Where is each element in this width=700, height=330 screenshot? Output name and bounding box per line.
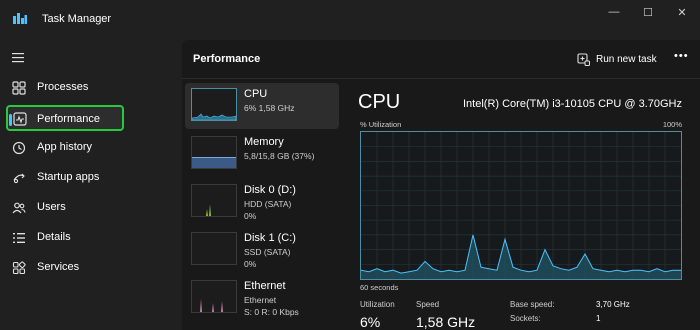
page-title: Performance: [193, 53, 261, 65]
device-list: CPU 6% 1,58 GHz Memory 5,8/15,8 GB (37%)…: [182, 79, 342, 330]
run-new-task-label: Run new task: [596, 53, 657, 65]
sockets-label: Sockets:: [510, 314, 541, 323]
performance-icon: [13, 112, 27, 126]
sidebar-item-label: Performance: [37, 113, 100, 125]
sidebar-item-services[interactable]: Services: [5, 254, 177, 282]
sidebar-item-label: Details: [37, 231, 71, 243]
sidebar-item-users[interactable]: Users: [5, 194, 177, 222]
processes-icon: [12, 81, 26, 95]
base-speed-label: Base speed:: [510, 300, 555, 309]
device-usage: 0%: [244, 259, 257, 269]
device-usage: 0%: [244, 211, 257, 221]
startup-icon: [13, 173, 25, 184]
more-options-button[interactable]: •••: [674, 50, 689, 62]
maximize-button[interactable]: ☐: [634, 4, 662, 20]
device-name: Ethernet: [244, 280, 286, 292]
title-bar: Task Manager — ☐ ✕: [0, 0, 700, 40]
device-throughput: S: 0 R: 0 Kbps: [244, 307, 299, 317]
details-icon: [13, 233, 25, 243]
active-indicator: [9, 114, 12, 126]
cpu-model-name: Intel(R) Core(TM) i3-10105 CPU @ 3.70GHz: [462, 98, 682, 110]
main-panel: Performance Run new task ••• CPU 6% 1,58…: [182, 40, 700, 330]
speed-value: 1,58 GHz: [416, 314, 476, 330]
minimize-button[interactable]: —: [600, 4, 628, 20]
page-header: Performance Run new task •••: [182, 40, 700, 78]
history-icon: [12, 141, 26, 155]
cpu-utilization-graph: [360, 131, 682, 280]
device-name: Disk 1 (C:): [244, 232, 296, 244]
device-subtitle: HDD (SATA): [244, 199, 292, 209]
run-new-task-button[interactable]: Run new task: [577, 51, 657, 67]
device-item-disk-1[interactable]: Disk 1 (C:) SSD (SATA) 0%: [185, 227, 339, 273]
window-title: Task Manager: [42, 13, 112, 25]
device-item-cpu[interactable]: CPU 6% 1,58 GHz: [185, 83, 339, 129]
speed-label: Speed: [416, 300, 440, 309]
sidebar-item-performance[interactable]: Performance: [6, 105, 124, 131]
memory-thumbnail-graph: [191, 136, 237, 169]
users-icon: [12, 202, 26, 214]
task-manager-app-icon: [13, 13, 27, 24]
close-button[interactable]: ✕: [668, 4, 696, 20]
device-subtitle: 5,8/15,8 GB (37%): [244, 151, 315, 161]
sidebar-item-label: Processes: [37, 81, 89, 93]
sidebar-item-label: App history: [37, 141, 93, 153]
device-subtitle: 6% 1,58 GHz: [244, 103, 295, 113]
utilization-value: 6%: [360, 314, 381, 330]
device-name: Memory: [244, 136, 284, 148]
sidebar-item-startup-apps[interactable]: Startup apps: [5, 164, 177, 192]
cpu-detail-pane: CPU Intel(R) Core(TM) i3-10105 CPU @ 3.7…: [342, 79, 700, 330]
utilization-axis-label: % Utilization: [360, 120, 402, 129]
base-speed-value: 3,70 GHz: [596, 300, 630, 309]
device-subtitle: Ethernet: [244, 295, 277, 305]
cpu-thumbnail-graph: [191, 88, 237, 121]
sidebar-item-label: Users: [37, 201, 66, 213]
detail-title: CPU: [358, 91, 401, 113]
device-item-disk-0[interactable]: Disk 0 (D:) HDD (SATA) 0%: [185, 179, 339, 225]
sidebar-item-details[interactable]: Details: [5, 224, 177, 252]
ethernet-thumbnail-graph: [191, 280, 237, 313]
cpu-graph-svg: [361, 132, 681, 279]
hamburger-icon[interactable]: [12, 52, 26, 64]
run-task-icon: [577, 52, 590, 66]
sidebar-item-app-history[interactable]: App history: [5, 134, 177, 162]
services-icon: [12, 261, 26, 275]
utilization-axis-max: 100%: [662, 120, 682, 129]
device-name: CPU: [244, 88, 268, 100]
disk0-thumbnail-graph: [191, 184, 237, 217]
sidebar-item-label: Startup apps: [37, 171, 100, 183]
graph-time-label: 60 seconds: [360, 283, 399, 292]
sidebar-item-label: Services: [37, 261, 80, 273]
device-item-memory[interactable]: Memory 5,8/15,8 GB (37%): [185, 131, 339, 177]
utilization-label: Utilization: [360, 300, 395, 309]
sidebar: Processes Performance App history Startu…: [0, 40, 182, 330]
sidebar-item-processes[interactable]: Processes: [5, 74, 177, 102]
device-name: Disk 0 (D:): [244, 184, 296, 196]
device-subtitle: SSD (SATA): [244, 247, 291, 257]
device-item-ethernet[interactable]: Ethernet Ethernet S: 0 R: 0 Kbps: [185, 275, 339, 321]
disk1-thumbnail-graph: [191, 232, 237, 265]
sockets-value: 1: [596, 314, 601, 323]
